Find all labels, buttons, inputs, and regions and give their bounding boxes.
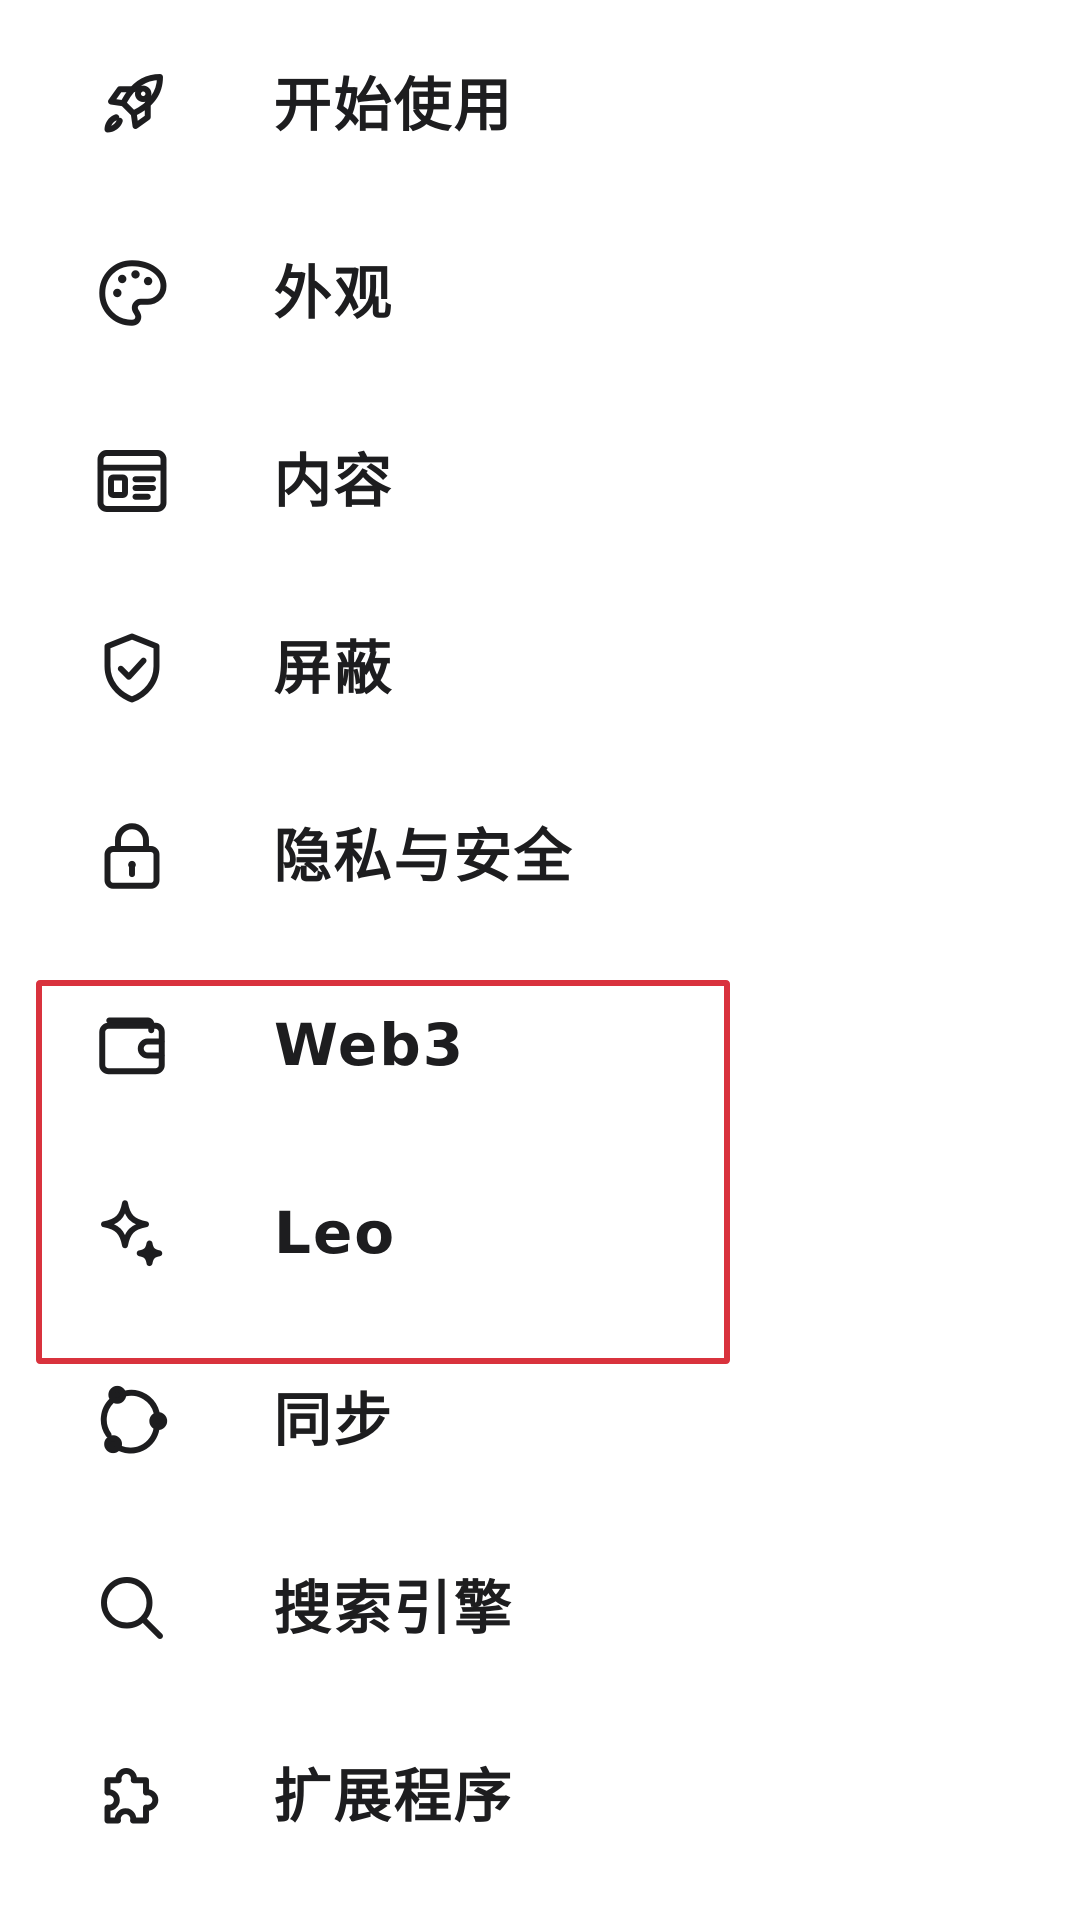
menu-item-label: 屏蔽 <box>274 634 395 702</box>
menu-item-label: 开始使用 <box>274 71 515 139</box>
puzzle-icon <box>90 1754 174 1838</box>
menu-item-extensions[interactable]: 扩展程序 <box>90 1726 790 1866</box>
shield-check-icon <box>90 626 174 710</box>
highlight-frame <box>36 980 730 1364</box>
menu-item-label: 扩展程序 <box>274 1762 515 1830</box>
menu-item-content[interactable]: 内容 <box>90 411 790 551</box>
settings-menu: 开始使用 外观 内容 屏蔽 隐私与安全 Web3 Leo 同步 搜索引擎 扩展程… <box>0 0 1080 1930</box>
menu-item-appearance[interactable]: 外观 <box>90 223 790 363</box>
menu-item-label: 同步 <box>274 1386 395 1454</box>
content-icon <box>90 439 174 523</box>
menu-item-search-engine[interactable]: 搜索引擎 <box>90 1538 790 1678</box>
menu-item-sync[interactable]: 同步 <box>90 1350 790 1490</box>
menu-item-label: 内容 <box>274 447 395 515</box>
sync-icon <box>90 1378 174 1462</box>
menu-item-label: 隐私与安全 <box>274 822 575 890</box>
menu-item-label: 外观 <box>274 259 395 327</box>
menu-item-label: 搜索引擎 <box>274 1574 515 1642</box>
menu-item-shields[interactable]: 屏蔽 <box>90 598 790 738</box>
menu-item-privacy-security[interactable]: 隐私与安全 <box>90 786 790 926</box>
menu-item-get-started[interactable]: 开始使用 <box>90 35 790 175</box>
lock-icon <box>90 814 174 898</box>
palette-icon <box>90 251 174 335</box>
search-icon <box>90 1566 174 1650</box>
rocket-icon <box>90 63 174 147</box>
